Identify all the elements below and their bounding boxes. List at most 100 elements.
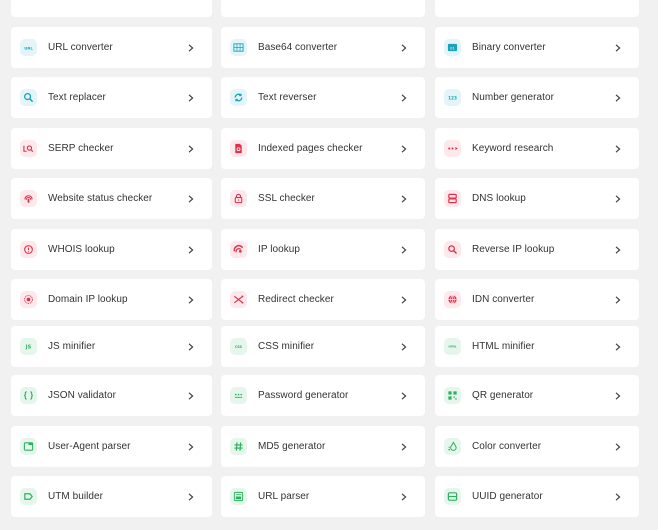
- tool-card[interactable]: QR generator: [435, 375, 639, 416]
- shuffle-icon: [230, 291, 247, 308]
- server-icon: [444, 190, 461, 207]
- tool-card-label: Website status checker: [48, 193, 153, 204]
- chevron-right-icon: [399, 43, 409, 53]
- color-drop-icon: [444, 438, 461, 455]
- qr-code-icon: [444, 387, 461, 404]
- tool-card[interactable]: IDN converter: [435, 279, 639, 320]
- tool-card-label: Domain IP lookup: [48, 294, 128, 305]
- svg-text:HTML: HTML: [448, 345, 456, 349]
- tool-card-label: URL parser: [258, 491, 310, 502]
- ip-radar-icon: [230, 241, 247, 258]
- tool-card-label: Password generator: [258, 390, 349, 401]
- partial-tool-card[interactable]: [11, 0, 212, 17]
- tool-card-label: URL converter: [48, 42, 113, 53]
- chevron-right-icon: [186, 194, 196, 204]
- chevron-right-icon: [399, 93, 409, 103]
- chevron-right-icon: [186, 492, 196, 502]
- tool-card-label: IDN converter: [472, 294, 535, 305]
- css-badge-icon: CSS: [230, 338, 247, 355]
- chevron-right-icon: [399, 245, 409, 255]
- chevron-right-icon: [399, 342, 409, 352]
- target-icon: [20, 291, 37, 308]
- tool-card-label: JSON validator: [48, 390, 116, 401]
- search-replace-icon: [20, 89, 37, 106]
- info-circle-icon: [20, 241, 37, 258]
- chevron-right-icon: [186, 245, 196, 255]
- svg-text:JS: JS: [25, 345, 32, 351]
- tool-card[interactable]: User-Agent parser: [11, 426, 212, 467]
- tool-card[interactable]: WHOIS lookup: [11, 229, 212, 270]
- chevron-right-icon: [186, 93, 196, 103]
- tool-card[interactable]: Color converter: [435, 426, 639, 467]
- tool-card[interactable]: MD5 generator: [221, 426, 425, 467]
- chevron-right-icon: [399, 442, 409, 452]
- chevron-right-icon: [399, 144, 409, 154]
- chevron-right-icon: [613, 144, 623, 154]
- chevron-right-icon: [613, 93, 623, 103]
- document-search-icon: [230, 140, 247, 157]
- tool-card-label: CSS minifier: [258, 341, 315, 352]
- refresh-icon: [230, 89, 247, 106]
- tool-card-label: Redirect checker: [258, 294, 334, 305]
- chevron-right-icon: [186, 342, 196, 352]
- tool-card-label: QR generator: [472, 390, 534, 401]
- partial-tool-card[interactable]: [435, 0, 639, 17]
- tool-card[interactable]: DNS lookup: [435, 178, 639, 219]
- tool-card-label: Number generator: [472, 92, 554, 103]
- tool-card[interactable]: Keyword research: [435, 128, 639, 169]
- partial-tool-card[interactable]: [221, 0, 425, 17]
- tool-card[interactable]: URL parser: [221, 476, 425, 517]
- chevron-right-icon: [613, 492, 623, 502]
- uuid-card-icon: [444, 488, 461, 505]
- tool-card[interactable]: Indexed pages checker: [221, 128, 425, 169]
- tool-card[interactable]: Text replacer: [11, 77, 212, 118]
- svg-text:URL: URL: [24, 45, 33, 50]
- tool-card[interactable]: Reverse IP lookup: [435, 229, 639, 270]
- tool-card[interactable]: Base64 converter: [221, 27, 425, 68]
- tool-card[interactable]: CSS CSS minifier: [221, 326, 425, 367]
- chevron-right-icon: [186, 295, 196, 305]
- chevron-right-icon: [399, 295, 409, 305]
- magnifier-icon: [444, 241, 461, 258]
- tool-card-label: Color converter: [472, 441, 542, 452]
- chevron-right-icon: [613, 295, 623, 305]
- tool-card[interactable]: URL URL converter: [11, 27, 212, 68]
- tool-card[interactable]: HTML HTML minifier: [435, 326, 639, 367]
- tool-card[interactable]: JSON validator: [11, 375, 212, 416]
- tool-card-label: IP lookup: [258, 244, 300, 255]
- tool-card[interactable]: UTM builder: [11, 476, 212, 517]
- tool-card-label: WHOIS lookup: [48, 244, 115, 255]
- chevron-right-icon: [186, 43, 196, 53]
- chevron-right-icon: [613, 245, 623, 255]
- password-dots-icon: [230, 387, 247, 404]
- binary-icon: 01: [444, 39, 461, 56]
- tool-card[interactable]: 123 Number generator: [435, 77, 639, 118]
- chevron-right-icon: [613, 194, 623, 204]
- tool-card[interactable]: IP lookup: [221, 229, 425, 270]
- chevron-right-icon: [613, 43, 623, 53]
- url-parser-icon: [230, 488, 247, 505]
- braces-icon: [20, 387, 37, 404]
- tool-card[interactable]: 01 Binary converter: [435, 27, 639, 68]
- tool-card[interactable]: Password generator: [221, 375, 425, 416]
- tool-card[interactable]: SSL checker: [221, 178, 425, 219]
- tool-card-label: MD5 generator: [258, 441, 326, 452]
- tool-card[interactable]: Domain IP lookup: [11, 279, 212, 320]
- tool-card[interactable]: UUID generator: [435, 476, 639, 517]
- numbers-123-icon: 123: [444, 89, 461, 106]
- svg-text:01: 01: [450, 46, 455, 50]
- tool-card-label: SSL checker: [258, 193, 315, 204]
- tool-card[interactable]: SERP checker: [11, 128, 212, 169]
- tool-card[interactable]: Website status checker: [11, 178, 212, 219]
- tool-card[interactable]: Redirect checker: [221, 279, 425, 320]
- svg-text:123: 123: [448, 95, 457, 100]
- html-badge-icon: HTML: [444, 338, 461, 355]
- tool-card[interactable]: JS JS minifier: [11, 326, 212, 367]
- tool-card-label: Text replacer: [48, 92, 106, 103]
- globe-icon: [444, 291, 461, 308]
- tool-card-label: Keyword research: [472, 143, 554, 154]
- tag-icon: [20, 488, 37, 505]
- tool-card[interactable]: Text reverser: [221, 77, 425, 118]
- tool-card-label: Base64 converter: [258, 42, 338, 53]
- chevron-right-icon: [399, 391, 409, 401]
